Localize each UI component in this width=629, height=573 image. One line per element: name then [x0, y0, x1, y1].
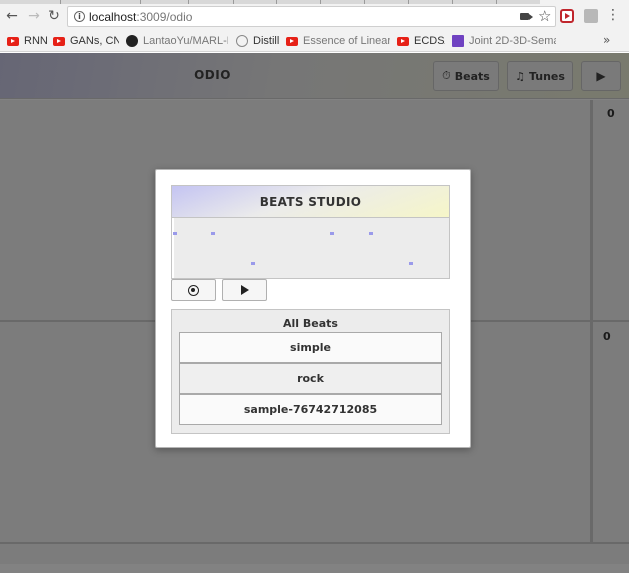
url-host: localhost	[89, 10, 137, 24]
beat-note[interactable]	[173, 232, 177, 235]
forward-arrow-icon[interactable]: →	[24, 6, 44, 26]
bookmark-marl-papers[interactable]: LantaoYu/MARL-Pape	[126, 33, 228, 49]
reload-icon[interactable]: ↻	[44, 6, 64, 26]
grid-icon	[452, 35, 464, 47]
play-button[interactable]	[222, 279, 267, 301]
bookmark-label: GANs, CNN	[70, 35, 119, 47]
all-beats-list: All Beats simple rock sample-76742712085	[171, 309, 450, 434]
bookmark-rnn[interactable]: RNN	[7, 33, 49, 49]
bookmark-label: Distill	[253, 35, 280, 47]
extension-icon[interactable]	[584, 9, 598, 23]
more-bookmarks-icon[interactable]: »	[603, 33, 610, 47]
bookmark-label: Joint 2D-3D-Semanti	[469, 35, 556, 47]
url-path: :3009/odio	[136, 10, 193, 24]
bookmark-label: ECDSA	[414, 35, 445, 47]
youtube-icon	[7, 36, 19, 46]
beat-item-sample[interactable]: sample-76742712085	[179, 394, 442, 425]
extension-icon[interactable]	[560, 9, 574, 23]
youtube-icon	[397, 36, 409, 46]
info-icon[interactable]: i	[74, 11, 85, 22]
youtube-icon	[286, 36, 298, 46]
beat-item-rock[interactable]: rock	[179, 363, 442, 394]
beat-sequencer[interactable]	[171, 218, 450, 279]
bookmark-ecdsa[interactable]: ECDSA	[397, 33, 445, 49]
github-icon	[126, 35, 138, 47]
browser-menu-icon[interactable]: ⋮	[606, 7, 620, 25]
beat-note[interactable]	[330, 232, 334, 235]
record-button[interactable]	[171, 279, 216, 301]
bookmark-label: Essence of Linear Alg	[303, 35, 390, 47]
beat-note[interactable]	[369, 232, 373, 235]
bookmarks-bar: RNN GANs, CNN LantaoYu/MARL-Pape Distill…	[0, 30, 629, 52]
distill-icon	[236, 35, 248, 47]
browser-toolbar: ← → ↻ i localhost:3009/odio ☆ ⋮	[0, 4, 629, 30]
beats-studio-modal: BEATS STUDIO All Beats simple rock sampl…	[155, 169, 471, 448]
bookmark-label: LantaoYu/MARL-Pape	[143, 35, 228, 47]
record-icon	[188, 284, 199, 296]
back-arrow-icon[interactable]: ←	[2, 6, 22, 26]
bookmark-label: RNN	[24, 35, 48, 47]
bookmark-linear-algebra[interactable]: Essence of Linear Alg	[286, 33, 390, 49]
play-icon	[240, 285, 249, 295]
camera-icon[interactable]	[520, 13, 533, 20]
url-text[interactable]: localhost:3009/odio	[89, 10, 192, 24]
beat-note[interactable]	[251, 262, 255, 265]
beat-note[interactable]	[211, 232, 215, 235]
playhead	[172, 218, 174, 278]
all-beats-heading: All Beats	[283, 317, 338, 330]
beat-item-simple[interactable]: simple	[179, 332, 442, 363]
bookmark-joint-semantic[interactable]: Joint 2D-3D-Semanti	[452, 33, 556, 49]
address-bar[interactable]: i localhost:3009/odio ☆	[67, 6, 556, 27]
bookmark-star-icon[interactable]: ☆	[538, 7, 551, 25]
youtube-icon	[53, 36, 65, 46]
studio-title: BEATS STUDIO	[171, 185, 450, 218]
beat-note[interactable]	[409, 262, 413, 265]
bookmark-distill[interactable]: Distill	[236, 33, 282, 49]
bookmark-gans-cnn[interactable]: GANs, CNN	[53, 33, 119, 49]
